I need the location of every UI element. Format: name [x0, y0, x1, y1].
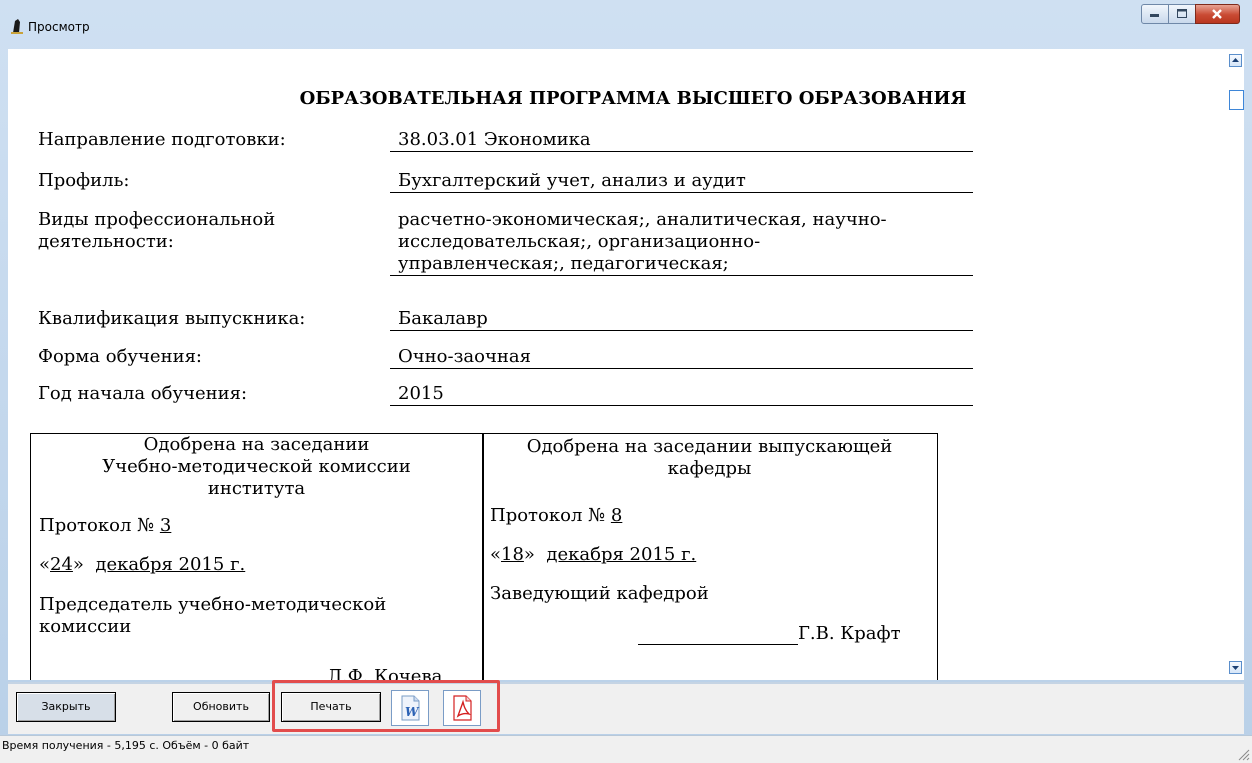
left-heading-line: Одобрена на заседании — [143, 434, 370, 455]
scroll-down-arrow-icon — [1232, 666, 1239, 670]
right-date-open: « — [490, 544, 502, 565]
left-heading-line: института — [207, 478, 306, 499]
close-button[interactable] — [1195, 4, 1240, 24]
refresh-button[interactable]: Обновить — [172, 692, 270, 722]
left-protocol-number: 3 — [159, 515, 172, 536]
signature-line — [638, 625, 798, 645]
field-label-activities-line: Виды профессиональной — [38, 209, 276, 230]
field-label-profile: Профиль: — [38, 170, 130, 191]
status-text: Время получения - 5,195 с. Объём - 0 бай… — [2, 739, 250, 752]
scroll-up-button[interactable] — [1229, 54, 1242, 67]
preview-window: Просмотр ОБРАЗОВАТЕЛЬНАЯ ПРОГРАММА ВЫСШЕ… — [0, 0, 1252, 763]
document-viewport[interactable]: ОБРАЗОВАТЕЛЬНАЯ ПРОГРАММА ВЫСШЕГО ОБРАЗО… — [8, 49, 1244, 680]
field-value-activities-line: расчетно-экономическая;, аналитическая, … — [398, 209, 887, 230]
right-protocol-label: Протокол № — [490, 505, 606, 526]
field-label-activities: Виды профессиональной деятельности: — [38, 209, 275, 253]
field-value-profile: Бухгалтерский учет, анализ и аудит — [390, 170, 973, 193]
field-value-activities: расчетно-экономическая;, аналитическая, … — [390, 209, 973, 276]
scroll-up-arrow-icon — [1232, 58, 1239, 62]
right-protocol: Протокол № 8 — [490, 505, 622, 527]
field-value-start-year: 2015 — [390, 383, 973, 406]
field-label-direction: Направление подготовки: — [38, 129, 286, 150]
close-icon — [1212, 9, 1222, 19]
left-date-close: » — [72, 554, 84, 575]
minimize-icon — [1150, 14, 1159, 17]
window-title: Просмотр — [28, 20, 90, 34]
approval-table: Одобрена на заседании Учебно-методическо… — [30, 433, 938, 680]
right-signature: Г.В. Крафт — [638, 623, 901, 645]
status-bar: Время получения - 5,195 с. Объём - 0 бай… — [0, 735, 1252, 763]
field-value-direction: 38.03.01 Экономика — [390, 129, 973, 152]
scroll-thumb[interactable] — [1229, 90, 1244, 110]
right-head-role: Заведующий кафедрой — [490, 583, 709, 604]
right-date-close: » — [523, 544, 535, 565]
right-approval-heading: Одобрена на заседании выпускающей кафедр… — [482, 436, 937, 480]
right-date: «18» декабря 2015 г. — [490, 544, 696, 566]
left-approval-heading: Одобрена на заседании Учебно-методическо… — [31, 434, 482, 500]
left-date-rest: декабря 2015 г. — [95, 554, 246, 575]
caption-buttons — [1141, 4, 1240, 24]
maximize-button[interactable] — [1168, 4, 1196, 24]
left-signer: Л.Ф. Кочева — [327, 666, 443, 680]
field-value-qualification: Бакалавр — [390, 308, 973, 331]
right-signer: Г.В. Крафт — [798, 623, 901, 644]
left-date: «24» декабря 2015 г. — [39, 554, 245, 576]
left-date-open: « — [39, 554, 51, 575]
right-date-rest: декабря 2015 г. — [546, 544, 697, 565]
left-protocol: Протокол № 3 — [39, 515, 171, 537]
left-heading-line: Учебно-методической комиссии — [102, 456, 411, 477]
left-role-line: комиссии — [39, 616, 132, 637]
left-protocol-label: Протокол № — [39, 515, 155, 536]
field-value-activities-line: исследовательская;, организационно- — [398, 231, 761, 252]
field-label-qualification: Квалификация выпускника: — [38, 308, 306, 329]
close-document-button[interactable]: Закрыть — [16, 692, 116, 722]
right-heading-line: Одобрена на заседании выпускающей — [526, 436, 893, 457]
app-icon — [11, 19, 23, 34]
field-value-study-form: Очно-заочная — [390, 346, 973, 369]
left-role-line: Председатель учебно-методической — [39, 594, 387, 615]
maximize-icon — [1177, 9, 1187, 18]
export-highlight-frame — [272, 680, 500, 732]
field-label-study-form: Форма обучения: — [38, 346, 202, 367]
scroll-down-button[interactable] — [1229, 661, 1242, 674]
right-heading-line: кафедры — [667, 458, 752, 479]
right-date-day: 18 — [501, 544, 524, 565]
left-date-day: 24 — [50, 554, 73, 575]
field-label-start-year: Год начала обучения: — [38, 383, 248, 404]
field-value-activities-line: управленческая;, педагогическая; — [398, 253, 729, 274]
title-bar[interactable]: Просмотр — [0, 0, 1252, 48]
right-protocol-number: 8 — [610, 505, 623, 526]
left-chair-role: Председатель учебно-методической комисси… — [39, 594, 386, 638]
minimize-button[interactable] — [1141, 4, 1169, 24]
resize-grip-icon[interactable] — [1238, 749, 1250, 761]
field-label-activities-line: деятельности: — [38, 231, 174, 252]
document-heading: ОБРАЗОВАТЕЛЬНАЯ ПРОГРАММА ВЫСШЕГО ОБРАЗО… — [299, 88, 967, 109]
